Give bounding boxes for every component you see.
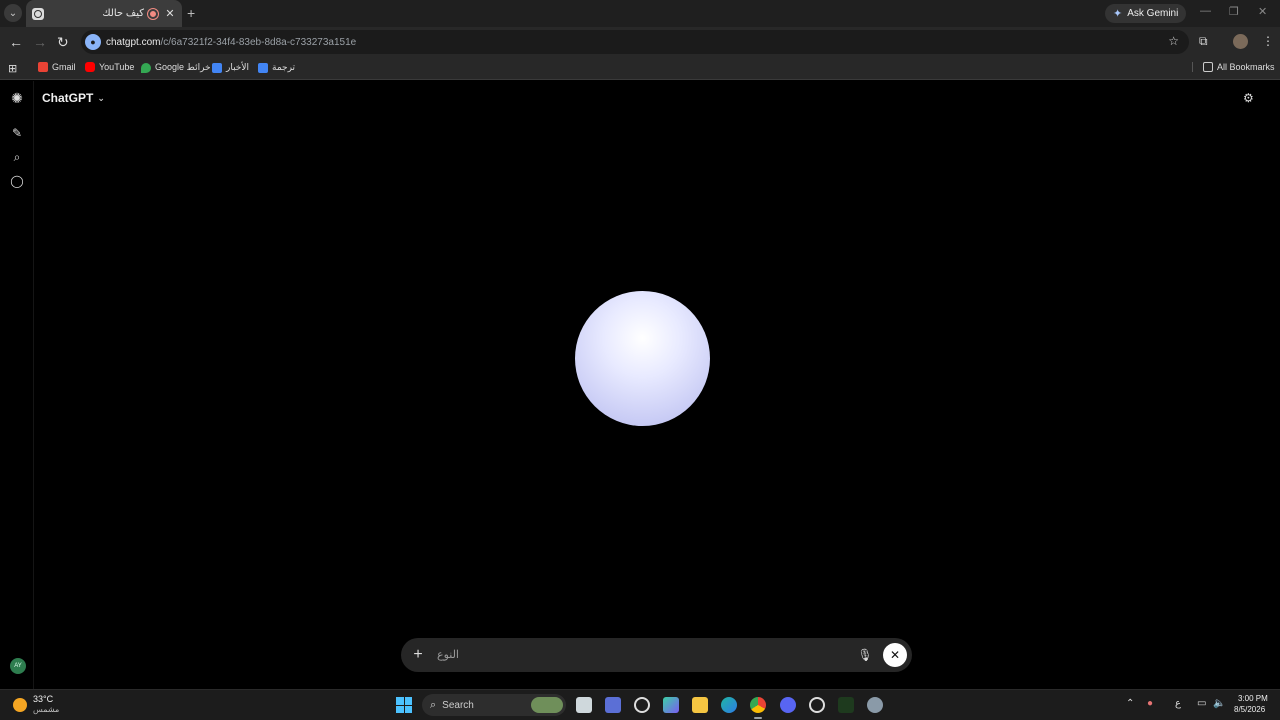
voice-composer: + 🎙 ✕ xyxy=(401,638,912,672)
volume-icon[interactable]: 🔈 xyxy=(1213,698,1225,709)
os-taskbar: 33°C مشمس ⌕ Search ⌃ ● ع ▭ 🔈 3:00 PM 8/5… xyxy=(0,689,1280,720)
close-window-icon[interactable]: ✕ xyxy=(1258,5,1267,18)
teams-icon[interactable] xyxy=(605,697,621,713)
url-path: /c/6a7321f2-34f4-83eb-8d8a-c733273a151e xyxy=(160,36,357,48)
microsoft-365-icon[interactable] xyxy=(663,697,679,713)
apps-grid-icon[interactable]: ⊞ xyxy=(8,62,17,75)
weather-description: مشمس xyxy=(33,705,60,714)
taskbar-search-label: Search xyxy=(442,699,474,711)
tab-strip: ⌄ كيف حالك ✕ + ✦ Ask Gemini — ❐ ✕ xyxy=(0,0,1280,27)
youtube-icon xyxy=(85,62,95,72)
model-selector[interactable]: ChatGPT ⌄ xyxy=(42,91,105,105)
browser-tab-active[interactable]: كيف حالك ✕ xyxy=(26,0,182,27)
tab-close-icon[interactable]: ✕ xyxy=(164,7,176,20)
search-highlight-image xyxy=(531,697,563,713)
message-input[interactable] xyxy=(435,649,853,661)
discord-icon[interactable] xyxy=(780,697,796,713)
bookmark-news[interactable]: الأخبار xyxy=(212,62,249,73)
app-sidebar: ✺ ✎ ⌕ ◯ AY xyxy=(0,81,34,689)
new-chat-icon[interactable]: ✎ xyxy=(10,126,24,140)
bookmark-gmail[interactable]: Gmail xyxy=(38,62,76,72)
chrome-browser-icon[interactable] xyxy=(750,697,766,719)
search-icon: ⌕ xyxy=(430,698,437,711)
clock-date[interactable]: 8/5/2026 xyxy=(1234,705,1265,714)
bookmark-label: ترجمة xyxy=(272,62,296,72)
minimize-icon[interactable]: — xyxy=(1200,5,1211,17)
all-bookmarks-label: All Bookmarks xyxy=(1217,62,1275,72)
show-hidden-icons-icon[interactable]: ⌃ xyxy=(1126,698,1134,709)
maps-pin-icon xyxy=(141,62,151,73)
bookmark-label: YouTube xyxy=(99,62,135,72)
gemini-sparkle-icon: ✦ xyxy=(1113,8,1123,20)
chat-bubble-icon[interactable]: ◯ xyxy=(10,174,24,188)
end-voice-button[interactable]: ✕ xyxy=(883,643,907,667)
new-tab-button[interactable]: + xyxy=(187,5,195,21)
bookmark-google-maps[interactable]: Google خرائط xyxy=(141,62,211,73)
microphone-icon[interactable]: 🎙 xyxy=(853,648,877,662)
news-icon xyxy=(212,62,222,73)
chatgpt-app-icon[interactable] xyxy=(809,697,825,713)
speedometer-icon[interactable] xyxy=(634,697,650,713)
reload-icon[interactable]: ↻ xyxy=(57,34,69,51)
bookmark-translate[interactable]: ترجمة xyxy=(258,62,295,73)
input-language[interactable]: ع xyxy=(1175,698,1181,709)
task-view-icon[interactable] xyxy=(576,697,592,713)
taskbar-search[interactable]: ⌕ Search xyxy=(422,694,566,716)
translate-icon xyxy=(258,62,268,73)
microphone-site-icon[interactable]: ● xyxy=(85,34,101,50)
all-bookmarks-button[interactable]: All Bookmarks xyxy=(1192,62,1275,72)
edge-browser-icon[interactable] xyxy=(721,697,737,713)
search-icon[interactable]: ⌕ xyxy=(10,150,24,164)
ask-gemini-button[interactable]: ✦ Ask Gemini xyxy=(1105,4,1187,23)
bookmarks-bar: ⊞ Gmail YouTube Google خرائط الأخبار ترج… xyxy=(0,57,1280,80)
address-bar[interactable]: ● chatgpt.com /c/6a7321f2-34f4-83eb-8d8a… xyxy=(81,30,1189,54)
voice-orb xyxy=(575,291,710,426)
tab-title: كيف حالك xyxy=(102,8,144,19)
terminal-app-icon[interactable] xyxy=(838,697,854,713)
extensions-icon[interactable]: ⧉ xyxy=(1199,34,1208,49)
bookmark-star-icon[interactable]: ☆ xyxy=(1168,34,1179,48)
browser-toolbar: ← → ↻ ● chatgpt.com /c/6a7321f2-34f4-83e… xyxy=(0,27,1280,57)
weather-temperature: 33°C xyxy=(33,694,54,704)
settings-gear-icon[interactable] xyxy=(867,697,883,713)
profile-avatar[interactable] xyxy=(1233,34,1248,49)
recording-indicator-icon xyxy=(148,8,158,19)
url-host: chatgpt.com xyxy=(106,36,161,48)
clock-time[interactable]: 3:00 PM xyxy=(1238,694,1268,703)
bookmark-label: Google خرائط xyxy=(155,62,211,72)
restore-icon[interactable]: ❐ xyxy=(1229,5,1239,18)
app-title: ChatGPT xyxy=(42,91,94,105)
network-icon[interactable]: ▭ xyxy=(1197,698,1206,709)
voice-settings-icon[interactable]: ⚙ xyxy=(1243,91,1254,105)
user-avatar[interactable]: AY xyxy=(10,658,26,674)
tab-search-button[interactable]: ⌄ xyxy=(4,4,22,22)
gmail-icon xyxy=(38,62,48,72)
chevron-down-icon: ⌄ xyxy=(97,92,105,103)
more-menu-icon[interactable]: ⋮ xyxy=(1262,34,1274,48)
openai-logo-icon[interactable]: ✺ xyxy=(10,91,24,105)
windows-start-icon[interactable] xyxy=(396,697,412,713)
back-arrow-icon[interactable]: ← xyxy=(9,34,23,50)
add-attachment-icon[interactable]: + xyxy=(401,646,435,664)
file-explorer-icon[interactable] xyxy=(692,697,708,713)
weather-sun-icon[interactable] xyxy=(13,698,27,712)
bookmark-label: Gmail xyxy=(52,62,76,72)
folder-icon xyxy=(1203,62,1213,72)
ask-gemini-label: Ask Gemini xyxy=(1127,8,1179,19)
microphone-in-use-icon[interactable]: ● xyxy=(1147,698,1153,709)
bookmark-youtube[interactable]: YouTube xyxy=(85,62,134,72)
forward-arrow-icon[interactable]: → xyxy=(33,34,47,50)
chevron-down-icon: ⌄ xyxy=(8,7,18,19)
bookmark-label: الأخبار xyxy=(226,62,250,72)
chatgpt-favicon-icon xyxy=(32,7,44,20)
